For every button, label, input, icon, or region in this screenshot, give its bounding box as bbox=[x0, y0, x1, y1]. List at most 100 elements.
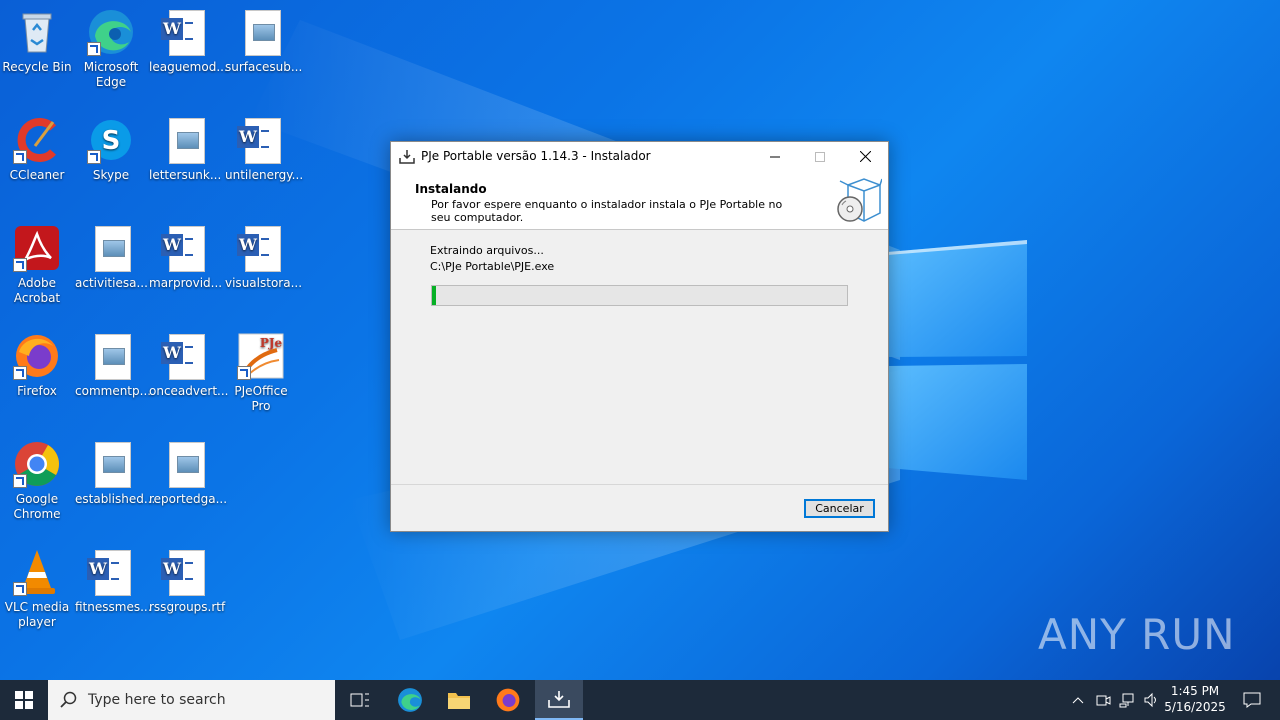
desktop-icon-pjeoffice-pro[interactable]: PJe PJeOffice Pro bbox=[225, 332, 297, 414]
ccleaner-icon bbox=[13, 116, 61, 164]
desktop-icon-label: Adobe Acrobat bbox=[13, 276, 61, 305]
desktop-icon-marprovid[interactable]: W marprovid... bbox=[149, 224, 223, 291]
taskbar-clock[interactable]: 1:45 PM 5/16/2025 bbox=[1160, 683, 1230, 715]
svg-text:PJe: PJe bbox=[260, 336, 283, 350]
taskbar-installer-button[interactable] bbox=[535, 680, 583, 720]
desktop-icon-adobe-acrobat[interactable]: Adobe Acrobat bbox=[1, 224, 73, 306]
desktop-icon-label: Recycle Bin bbox=[2, 60, 72, 74]
tray-overflow-button[interactable] bbox=[1068, 680, 1088, 720]
desktop-icon-surfacesub[interactable]: surfacesub... bbox=[225, 8, 303, 75]
desktop-icon-label: Skype bbox=[92, 168, 130, 182]
title-bar[interactable]: PJe Portable versão 1.14.3 - Instalador bbox=[391, 142, 888, 171]
chrome-icon bbox=[13, 440, 61, 488]
header-title: Instalando bbox=[415, 182, 487, 196]
desktop-icon-label: fitnessmes... bbox=[75, 600, 152, 614]
shortcut-arrow-icon bbox=[13, 366, 27, 380]
desktop-icon-vlc-media-player[interactable]: VLC media player bbox=[1, 548, 73, 630]
close-button[interactable] bbox=[842, 142, 888, 171]
installer-body: Extraindo arquivos... C:\PJe Portable\PJ… bbox=[391, 230, 888, 484]
desktop-icon-label: VLC media player bbox=[4, 600, 70, 629]
desktop-icon-label: reportedga... bbox=[149, 492, 228, 506]
image-file-icon bbox=[161, 440, 209, 488]
maximize-icon bbox=[815, 151, 825, 162]
desktop-icon-label: onceadvert... bbox=[149, 384, 229, 398]
desktop-icon-microsoft-edge[interactable]: Microsoft Edge bbox=[75, 8, 147, 90]
desktop-icon-untilenergy[interactable]: W untilenergy... bbox=[225, 116, 303, 183]
desktop-icon-fitnessmes[interactable]: W fitnessmes... bbox=[75, 548, 152, 615]
minimize-button[interactable] bbox=[752, 142, 798, 171]
desktop-icon-onceadvert[interactable]: W onceadvert... bbox=[149, 332, 229, 399]
task-view-button[interactable] bbox=[336, 680, 384, 720]
desktop-icon-recycle-bin[interactable]: Recycle Bin bbox=[1, 8, 73, 75]
shortcut-arrow-icon bbox=[87, 42, 101, 56]
shortcut-arrow-icon bbox=[13, 150, 27, 164]
desktop-icon-ccleaner[interactable]: CCleaner bbox=[1, 116, 73, 183]
word-document-icon: W bbox=[87, 548, 135, 596]
shortcut-arrow-icon bbox=[237, 366, 251, 380]
chevron-up-icon bbox=[1072, 697, 1084, 704]
taskbar-file-explorer-button[interactable] bbox=[435, 680, 483, 720]
image-file-icon bbox=[87, 440, 135, 488]
desktop-icon-leaguemod[interactable]: W leaguemod... bbox=[149, 8, 228, 75]
desktop-icon-label: rssgroups.rtf bbox=[149, 600, 226, 614]
cancel-button[interactable]: Cancelar bbox=[804, 499, 875, 518]
shortcut-arrow-icon bbox=[13, 474, 27, 488]
skype-icon: S bbox=[87, 116, 135, 164]
installer-window[interactable]: PJe Portable versão 1.14.3 - Instalador … bbox=[390, 141, 889, 532]
pjeoffice-icon: PJe bbox=[237, 332, 285, 380]
notification-center-button[interactable] bbox=[1232, 680, 1272, 720]
file-path-text: C:\PJe Portable\PJE.exe bbox=[430, 260, 555, 273]
close-icon bbox=[859, 151, 871, 162]
acrobat-icon bbox=[13, 224, 61, 272]
tray-volume-button[interactable] bbox=[1140, 680, 1162, 720]
word-document-icon: W bbox=[161, 332, 209, 380]
firefox-icon bbox=[13, 332, 61, 380]
desktop-icon-label: lettersunk... bbox=[149, 168, 222, 182]
desktop-icon-label: Microsoft Edge bbox=[83, 60, 139, 89]
search-icon bbox=[60, 691, 77, 708]
desktop-icon-label: PJeOffice Pro bbox=[234, 384, 288, 413]
taskbar-edge-button[interactable] bbox=[386, 680, 434, 720]
task-view-icon bbox=[350, 693, 369, 707]
notification-icon bbox=[1243, 692, 1261, 708]
tray-network-button[interactable] bbox=[1116, 680, 1138, 720]
desktop-icon-label: surfacesub... bbox=[225, 60, 303, 74]
camera-icon bbox=[1096, 695, 1111, 706]
minimize-icon bbox=[770, 156, 780, 157]
anyrun-watermark: ANY RUN bbox=[1038, 610, 1236, 659]
image-file-icon bbox=[237, 8, 285, 56]
taskbar-firefox-button[interactable] bbox=[484, 680, 532, 720]
desktop-icon-label: Firefox bbox=[17, 384, 57, 398]
status-text: Extraindo arquivos... bbox=[430, 244, 544, 257]
taskbar-search-box[interactable]: Type here to search bbox=[48, 680, 335, 720]
desktop-icon-label: visualstora... bbox=[225, 276, 303, 290]
maximize-button[interactable] bbox=[797, 142, 843, 171]
header-description: Por favor espere enquanto o instalador i… bbox=[431, 198, 783, 224]
desktop-icon-lettersunk[interactable]: lettersunk... bbox=[149, 116, 221, 183]
tray-meet-button[interactable] bbox=[1092, 680, 1114, 720]
desktop-icon-visualstora[interactable]: W visualstora... bbox=[225, 224, 303, 291]
desktop-icon-commentp[interactable]: commentp... bbox=[75, 332, 152, 399]
network-icon bbox=[1119, 693, 1134, 708]
clock-time: 1:45 PM bbox=[1170, 684, 1220, 698]
desktop-icon-label: commentp... bbox=[75, 384, 152, 398]
word-document-icon: W bbox=[161, 224, 209, 272]
taskbar: Type here to search 1:45 PM 5/16/2025 bbox=[0, 680, 1280, 720]
word-document-icon: W bbox=[237, 224, 285, 272]
desktop-icon-activitiesa[interactable]: activitiesa... bbox=[75, 224, 148, 291]
install-box-disc-icon bbox=[837, 178, 882, 222]
desktop-icon-label: established... bbox=[75, 492, 156, 506]
desktop-icon-label: leaguemod... bbox=[149, 60, 228, 74]
desktop-icon-label: CCleaner bbox=[9, 168, 65, 182]
edge-icon bbox=[398, 688, 422, 712]
desktop-icon-reportedga[interactable]: reportedga... bbox=[149, 440, 228, 507]
desktop-icon-firefox[interactable]: Firefox bbox=[1, 332, 73, 399]
start-button[interactable] bbox=[0, 680, 48, 720]
desktop-icon-google-chrome[interactable]: Google Chrome bbox=[1, 440, 73, 522]
windows-logo-icon bbox=[15, 691, 33, 709]
desktop-icon-skype[interactable]: S Skype bbox=[75, 116, 147, 183]
desktop-icon-established[interactable]: established... bbox=[75, 440, 156, 507]
image-file-icon bbox=[87, 332, 135, 380]
desktop-icon-rssgroups[interactable]: W rssgroups.rtf bbox=[149, 548, 226, 615]
desktop-icon-label: marprovid... bbox=[149, 276, 223, 290]
